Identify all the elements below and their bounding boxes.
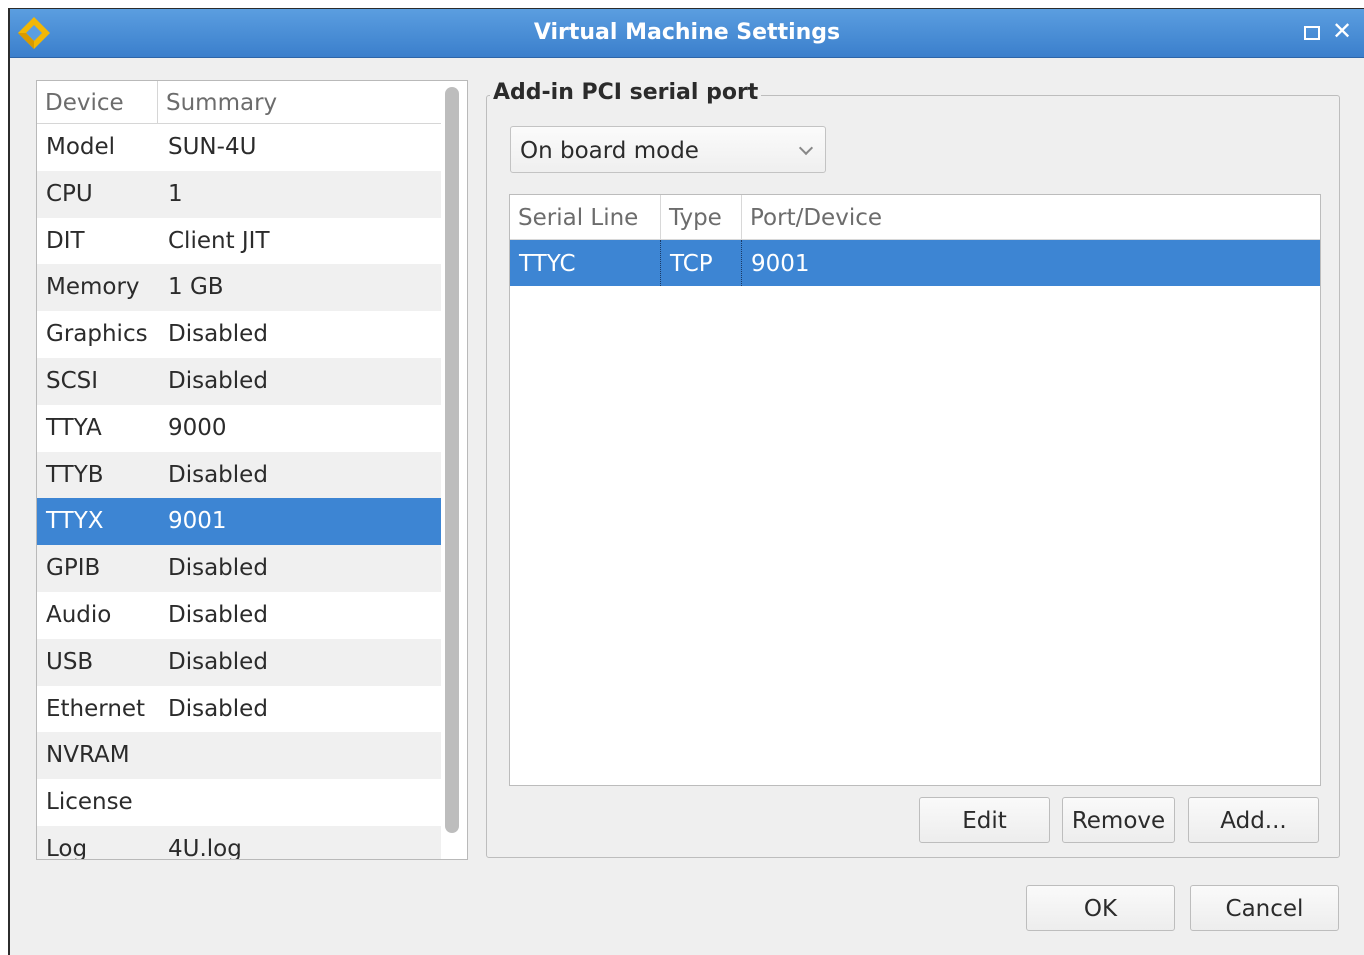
device-summary: Disabled bbox=[168, 601, 268, 628]
device-name: Ethernet bbox=[46, 695, 146, 722]
device-list-scrollbar[interactable] bbox=[445, 87, 459, 833]
device-name: CPU bbox=[46, 180, 93, 207]
device-name: TTYA bbox=[46, 414, 102, 441]
device-list-header: Device Summary bbox=[37, 81, 441, 124]
table-row[interactable]: TTYC TCP 9001 bbox=[510, 240, 1320, 286]
ok-button[interactable]: OK bbox=[1026, 885, 1175, 931]
device-name: License bbox=[46, 789, 133, 816]
device-name: Graphics bbox=[46, 321, 148, 348]
device-name: GPIB bbox=[46, 555, 101, 582]
device-name: SCSI bbox=[46, 367, 99, 394]
list-item[interactable]: Audio Disabled bbox=[37, 591, 441, 639]
mode-select-value: On board mode bbox=[520, 138, 699, 164]
list-item[interactable]: Log 4U.log bbox=[37, 825, 441, 860]
title-bar[interactable]: Virtual Machine Settings ✕ bbox=[10, 9, 1364, 58]
list-item[interactable]: Ethernet Disabled bbox=[37, 685, 441, 733]
serial-port-table: Serial Line Type Port/Device TTYC TCP 90… bbox=[509, 194, 1321, 786]
list-item[interactable]: DIT Client JIT bbox=[37, 217, 441, 265]
device-summary: 9001 bbox=[168, 508, 227, 535]
device-summary: Disabled bbox=[168, 555, 268, 582]
serial-port-group-title: Add-in PCI serial port bbox=[490, 78, 762, 108]
list-item[interactable]: Memory 1 GB bbox=[37, 264, 441, 312]
list-item[interactable]: Graphics Disabled bbox=[37, 311, 441, 358]
edit-button[interactable]: Edit bbox=[919, 797, 1050, 843]
device-summary: 1 bbox=[168, 180, 183, 207]
list-item[interactable]: TTYB Disabled bbox=[37, 451, 441, 499]
list-item[interactable]: GPIB Disabled bbox=[37, 545, 441, 592]
device-summary: Disabled bbox=[168, 367, 268, 394]
add-button[interactable]: Add... bbox=[1188, 797, 1319, 843]
list-item[interactable]: License bbox=[37, 779, 441, 826]
cell-type: TCP bbox=[661, 240, 742, 286]
device-summary: 4U.log bbox=[168, 835, 242, 860]
device-summary: Disabled bbox=[168, 461, 268, 488]
device-summary: 9000 bbox=[168, 414, 227, 441]
device-name: NVRAM bbox=[46, 742, 130, 769]
list-item[interactable]: USB Disabled bbox=[37, 638, 441, 686]
column-header-device[interactable]: Device bbox=[37, 81, 158, 123]
device-summary: SUN-4U bbox=[168, 134, 257, 160]
device-summary: 1 GB bbox=[168, 274, 224, 301]
device-name: USB bbox=[46, 648, 94, 675]
device-name: TTYX bbox=[46, 508, 104, 535]
serial-table-header: Serial Line Type Port/Device bbox=[510, 195, 1320, 240]
maximize-icon[interactable] bbox=[1304, 26, 1320, 40]
device-name: Log bbox=[46, 835, 88, 860]
cell-serial-line: TTYC bbox=[510, 240, 661, 286]
cell-port-device: 9001 bbox=[751, 251, 810, 277]
device-rows: Model SUN-4U CPU 1 DIT Client JIT Memory 1 GB Gr… bbox=[37, 124, 441, 860]
cancel-button[interactable]: Cancel bbox=[1190, 885, 1339, 931]
column-header-summary[interactable]: Summary bbox=[158, 81, 441, 123]
list-item[interactable]: TTYX 9001 bbox=[37, 498, 441, 546]
device-summary: Client JIT bbox=[168, 227, 270, 254]
column-header-port-device[interactable]: Port/Device bbox=[742, 195, 1242, 239]
list-item[interactable]: SCSI Disabled bbox=[37, 357, 441, 405]
settings-window: Virtual Machine Settings ✕ Device Summar… bbox=[8, 8, 1364, 955]
device-summary: Disabled bbox=[168, 648, 268, 675]
device-name: TTYB bbox=[46, 461, 104, 488]
column-header-serial-line[interactable]: Serial Line bbox=[510, 195, 661, 239]
list-item[interactable]: NVRAM bbox=[37, 732, 441, 780]
device-name: DIT bbox=[46, 227, 85, 254]
device-list: Device Summary Model SUN-4U CPU 1 DIT Client … bbox=[36, 80, 468, 860]
remove-button[interactable]: Remove bbox=[1062, 797, 1175, 843]
close-icon[interactable]: ✕ bbox=[1330, 17, 1354, 45]
list-item[interactable]: Model SUN-4U bbox=[37, 124, 441, 171]
mode-select[interactable]: On board mode bbox=[510, 126, 826, 173]
device-name: Audio bbox=[46, 601, 112, 628]
list-item[interactable]: TTYA 9000 bbox=[37, 404, 441, 452]
column-header-type[interactable]: Type bbox=[661, 195, 742, 239]
device-summary: Disabled bbox=[168, 321, 268, 348]
device-summary: Disabled bbox=[168, 695, 268, 722]
device-name: Memory bbox=[46, 274, 140, 301]
device-name: Model bbox=[46, 134, 116, 160]
list-item[interactable]: CPU 1 bbox=[37, 170, 441, 218]
window-title: Virtual Machine Settings bbox=[533, 20, 841, 45]
chevron-down-icon bbox=[798, 140, 814, 156]
